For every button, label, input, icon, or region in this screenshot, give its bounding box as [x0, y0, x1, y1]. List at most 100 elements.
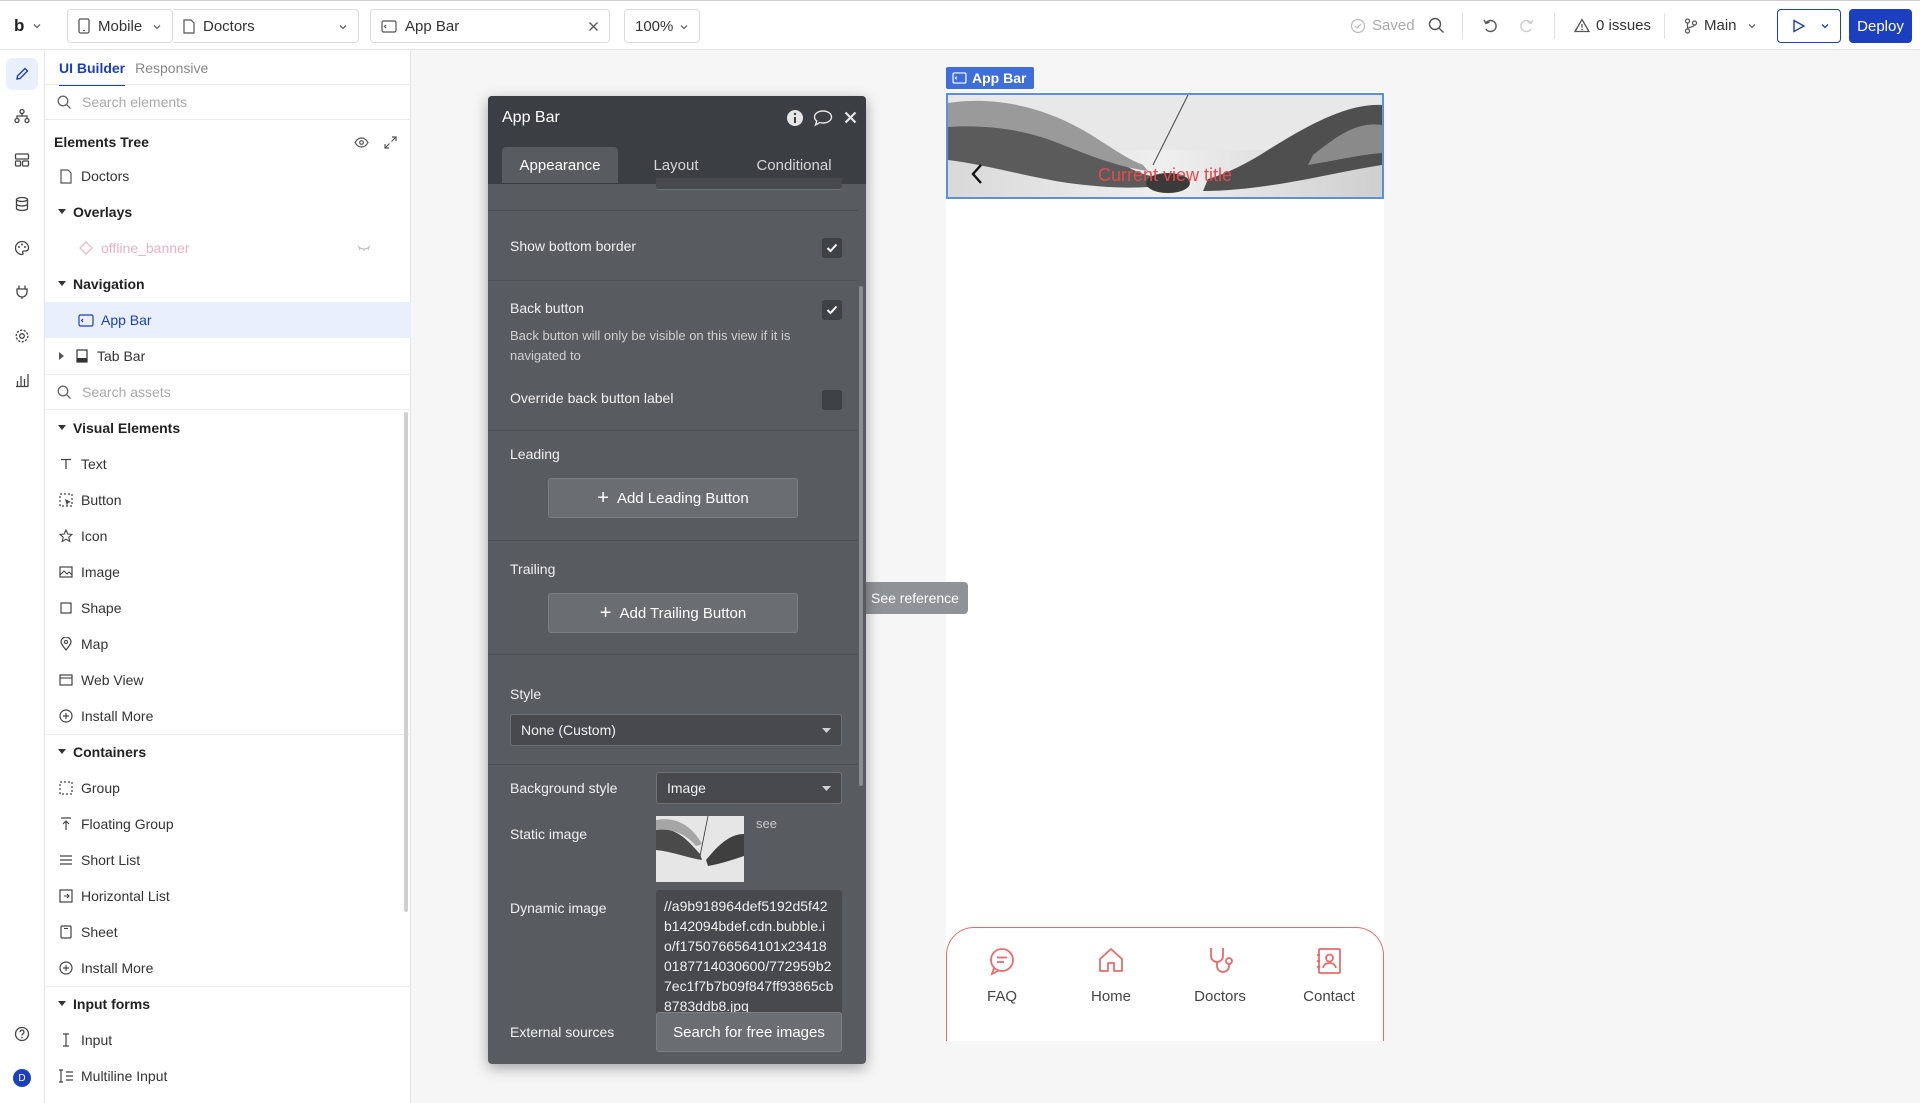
info-icon[interactable] [786, 109, 804, 127]
tab-ui-builder[interactable]: UI Builder [59, 60, 126, 86]
search-elements-field[interactable] [45, 84, 411, 120]
section-visual-elements[interactable]: Visual Elements [45, 410, 411, 446]
tab-bar-preview[interactable]: FAQ Home Doctors Contact [946, 927, 1384, 1041]
palette-item-sheet[interactable]: Sheet [45, 914, 411, 950]
back-button-checkbox[interactable] [822, 300, 842, 320]
see-image-link[interactable]: see [756, 816, 777, 831]
plus-icon: + [599, 602, 612, 624]
selected-element-tag-label: App Bar [972, 70, 1027, 86]
zoom-selector[interactable]: 100% [624, 9, 700, 43]
expand-icon[interactable] [384, 136, 397, 149]
design-tab[interactable] [6, 58, 38, 90]
section-input-forms[interactable]: Input forms [45, 986, 411, 1022]
palette-item-shape[interactable]: Shape [45, 590, 411, 626]
caret-down-icon [57, 209, 67, 215]
search-elements-input[interactable] [82, 94, 382, 110]
page-selector[interactable]: Doctors [173, 9, 359, 43]
phone-preview[interactable] [946, 92, 1384, 1040]
palette-item-label: Group [81, 780, 120, 796]
static-image-preview [656, 816, 744, 882]
tab-label: Doctors [1194, 988, 1246, 1005]
tab-doctors[interactable]: Doctors [1170, 946, 1270, 1005]
panel-tabs: UI Builder Responsive [59, 60, 208, 86]
bubble-logo-menu[interactable]: b [14, 1, 42, 50]
components-tab[interactable] [12, 150, 32, 170]
palette-item-install-more-containers[interactable]: Install More [45, 950, 411, 986]
selected-element-field[interactable]: App Bar [370, 9, 610, 43]
undo-button[interactable] [1482, 1, 1499, 50]
app-bar-icon [952, 72, 967, 84]
palette-item-label: Text [81, 456, 107, 472]
device-selector[interactable]: Mobile [67, 9, 173, 43]
palette-item-horizontal-list[interactable]: Horizontal List [45, 878, 411, 914]
styles-tab[interactable] [12, 238, 32, 258]
palette-item-install-more[interactable]: Install More [45, 698, 411, 734]
palette-item-group[interactable]: Group [45, 770, 411, 806]
branch-selector[interactable]: Main [1684, 1, 1757, 50]
preview-button[interactable] [1777, 9, 1841, 43]
help-button[interactable] [12, 1024, 32, 1044]
tab-contact[interactable]: Contact [1279, 946, 1379, 1005]
settings-tab[interactable] [12, 326, 32, 346]
close-icon[interactable] [588, 21, 599, 32]
search-button[interactable] [1428, 1, 1445, 50]
chevron-down-icon[interactable] [1820, 21, 1830, 31]
style-dropdown[interactable]: None (Custom) [510, 714, 842, 746]
eye-icon[interactable] [354, 137, 369, 148]
workflow-tab[interactable] [12, 106, 32, 126]
panel-scrollbar[interactable] [404, 412, 408, 912]
tab-home[interactable]: Home [1061, 946, 1161, 1005]
search-assets-input[interactable] [82, 384, 382, 400]
logs-tab[interactable] [12, 370, 32, 390]
tree-group-overlays[interactable]: Overlays [45, 194, 411, 230]
tree-item-doctors[interactable]: Doctors [45, 158, 411, 194]
palette-item-map[interactable]: Map [45, 626, 411, 662]
palette-item-button[interactable]: Button [45, 482, 411, 518]
search-free-images-button[interactable]: Search for free images [656, 1012, 842, 1052]
palette-item-image[interactable]: Image [45, 554, 411, 590]
add-leading-button[interactable]: + Add Leading Button [548, 478, 798, 518]
tab-faq[interactable]: FAQ [952, 946, 1052, 1005]
data-tab[interactable] [12, 194, 32, 214]
redo-icon [1520, 19, 1534, 33]
redo-button[interactable] [1518, 1, 1535, 50]
issues-button[interactable]: 0 issues [1574, 1, 1651, 50]
deploy-button[interactable]: Deploy [1849, 9, 1912, 43]
palette-item-label: Button [81, 492, 122, 508]
palette-item-text[interactable]: Text [45, 446, 411, 482]
plugins-tab[interactable] [12, 282, 32, 302]
tree-item-tab-bar[interactable]: Tab Bar [45, 338, 411, 374]
comment-icon[interactable] [813, 109, 833, 127]
plug-icon [16, 285, 28, 299]
plus-circle-icon [57, 961, 75, 975]
override-back-checkbox[interactable] [822, 390, 842, 410]
user-avatar[interactable]: D [12, 1068, 32, 1088]
property-editor-header[interactable]: App Bar [488, 96, 866, 140]
palette-item-floating-group[interactable]: Floating Group [45, 806, 411, 842]
tree-group-label: Navigation [73, 276, 145, 292]
palette-item-label: Sheet [81, 924, 118, 940]
background-style-dropdown[interactable]: Image [656, 772, 842, 804]
static-image-thumbnail[interactable] [656, 816, 744, 882]
search-assets-field[interactable] [45, 374, 411, 410]
chevron-down-icon [153, 25, 161, 30]
palette-item-icon[interactable]: Icon [45, 518, 411, 554]
gear-icon [15, 329, 29, 343]
dynamic-image-field[interactable]: //a9b918964def5192d5f42b142094bdef.cdn.b… [656, 890, 842, 1018]
palette-item-web-view[interactable]: Web View [45, 662, 411, 698]
add-trailing-button[interactable]: + Add Trailing Button [548, 593, 798, 633]
app-bar-preview[interactable]: Current view title [946, 93, 1384, 199]
palette-item-multiline-input[interactable]: Multiline Input [45, 1058, 411, 1094]
palette-item-input[interactable]: Input [45, 1022, 411, 1058]
close-icon[interactable] [844, 111, 857, 124]
palette-item-short-list[interactable]: Short List [45, 842, 411, 878]
tab-appearance[interactable]: Appearance [502, 147, 618, 183]
show-bottom-border-checkbox[interactable] [822, 238, 842, 258]
tab-responsive[interactable]: Responsive [135, 60, 208, 86]
tree-item-app-bar[interactable]: App Bar [45, 302, 411, 338]
hidden-eye-icon[interactable] [357, 244, 371, 252]
tree-item-offline-banner[interactable]: offline_banner [45, 230, 411, 266]
tree-group-navigation[interactable]: Navigation [45, 266, 411, 302]
editor-scrollbar[interactable] [859, 286, 863, 786]
section-containers[interactable]: Containers [45, 734, 411, 770]
